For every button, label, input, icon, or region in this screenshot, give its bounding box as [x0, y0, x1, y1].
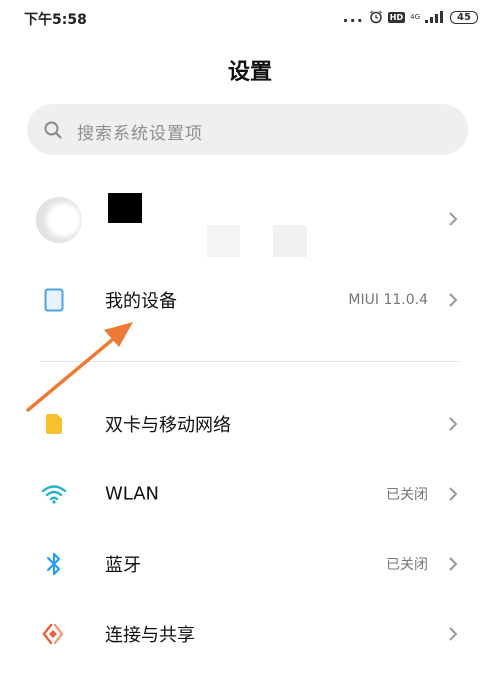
row-label: WLAN — [105, 483, 160, 505]
redacted-account-detail — [207, 225, 240, 257]
row-value: 已关闭 — [386, 557, 428, 573]
chevron-right-icon — [449, 417, 458, 431]
settings-row-bluetooth[interactable]: 蓝牙 已关闭 — [0, 529, 500, 599]
row-label: 双卡与移动网络 — [105, 415, 231, 436]
chevron-right-icon — [449, 627, 458, 641]
avatar — [36, 197, 82, 243]
search-placeholder: 搜索系统设置项 — [77, 124, 203, 144]
chevron-right-icon — [449, 487, 458, 501]
chevron-right-icon — [449, 293, 458, 307]
status-bar: 下午5:58 ... HD 4G 45 — [0, 0, 500, 34]
section-divider — [40, 361, 460, 362]
status-icons: ... HD 4G 45 — [343, 8, 478, 26]
alarm-clock-icon — [369, 10, 382, 24]
settings-row-wlan[interactable]: WLAN 已关闭 — [0, 459, 500, 529]
chevron-right-icon — [449, 557, 458, 571]
battery-indicator: 45 — [450, 10, 478, 24]
bluetooth-icon — [46, 552, 61, 576]
wifi-icon — [41, 485, 67, 504]
search-bar[interactable]: 搜索系统设置项 — [27, 104, 468, 155]
connection-sharing-icon — [42, 623, 64, 645]
phone-device-icon — [44, 288, 64, 312]
page-title: 设置 — [227, 60, 272, 85]
row-value: MIUI 11.0.4 — [348, 292, 428, 308]
network-type-label: 4G — [410, 13, 420, 21]
redacted-account-detail — [273, 225, 307, 257]
notification-dots-icon: ... — [342, 7, 364, 26]
signal-strength-icon — [425, 11, 443, 23]
settings-row-my-device[interactable]: 我的设备 MIUI 11.0.4 — [0, 265, 500, 335]
redacted-account-name — [108, 193, 142, 223]
row-value: 已关闭 — [386, 487, 428, 503]
settings-row-connection-sharing[interactable]: 连接与共享 — [0, 599, 500, 669]
sim-card-icon — [46, 414, 62, 434]
row-label: 我的设备 — [105, 291, 177, 312]
chevron-right-icon — [449, 212, 458, 226]
search-icon — [44, 121, 62, 139]
row-label: 连接与共享 — [105, 625, 195, 646]
settings-row-dual-sim[interactable]: 双卡与移动网络 — [0, 389, 500, 459]
status-time: 下午5:58 — [24, 12, 87, 28]
hd-voice-icon: HD — [387, 11, 406, 23]
row-label: 蓝牙 — [105, 555, 141, 576]
account-row[interactable] — [0, 175, 500, 275]
